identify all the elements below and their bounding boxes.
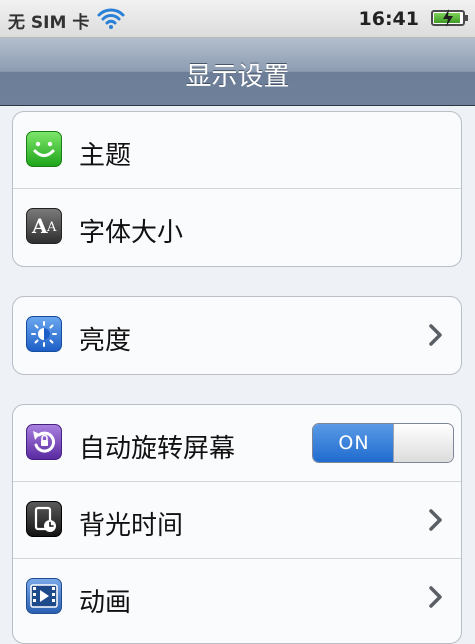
settings-row-label: 主题 [79, 141, 132, 171]
settings-row-backlight-time[interactable]: 背光时间 [13, 482, 461, 559]
chevron-right-icon [429, 509, 442, 531]
backlight-timer-icon [26, 501, 62, 537]
brightness-icon [26, 316, 62, 352]
settings-row-label: 亮度 [79, 326, 132, 356]
settings-row-label: 背光时间 [79, 511, 184, 541]
status-bar: 无 SIM 卡 16:41 [0, 0, 475, 38]
settings-row-font-size[interactable]: A A 字体大小 [13, 189, 461, 266]
toggle-knob [393, 424, 453, 462]
rotate-icon [26, 424, 62, 460]
font-size-icon: A A [26, 208, 62, 244]
settings-row-label: 动画 [79, 588, 132, 618]
settings-row-animation[interactable]: 动画 [13, 559, 461, 636]
chevron-right-icon [429, 586, 442, 608]
settings-row-label: 自动旋转屏幕 [79, 434, 236, 464]
settings-group-appearance: 主题 A A 字体大小 [12, 111, 462, 267]
page-title: 显示设置 [185, 62, 290, 92]
auto-rotate-toggle[interactable]: ON [312, 423, 454, 463]
settings-group-display: 自动旋转屏幕 ON 背光时间 动画 [12, 404, 462, 644]
settings-row-auto-rotate: 自动旋转屏幕 ON [13, 405, 461, 482]
carrier-label: 无 SIM 卡 [8, 13, 90, 33]
clock: 16:41 [358, 8, 419, 30]
smiley-icon [26, 131, 62, 167]
settings-row-label: 字体大小 [79, 218, 184, 248]
battery-charging-icon [431, 9, 468, 27]
toggle-on-label: ON [313, 424, 395, 462]
settings-row-brightness[interactable]: 亮度 [13, 297, 461, 374]
navigation-bar: 显示设置 [0, 38, 475, 106]
chevron-right-icon [429, 324, 442, 346]
settings-group-brightness: 亮度 [12, 296, 462, 375]
settings-row-theme[interactable]: 主题 [13, 112, 461, 189]
animation-icon [26, 578, 62, 614]
wifi-icon [97, 8, 125, 29]
